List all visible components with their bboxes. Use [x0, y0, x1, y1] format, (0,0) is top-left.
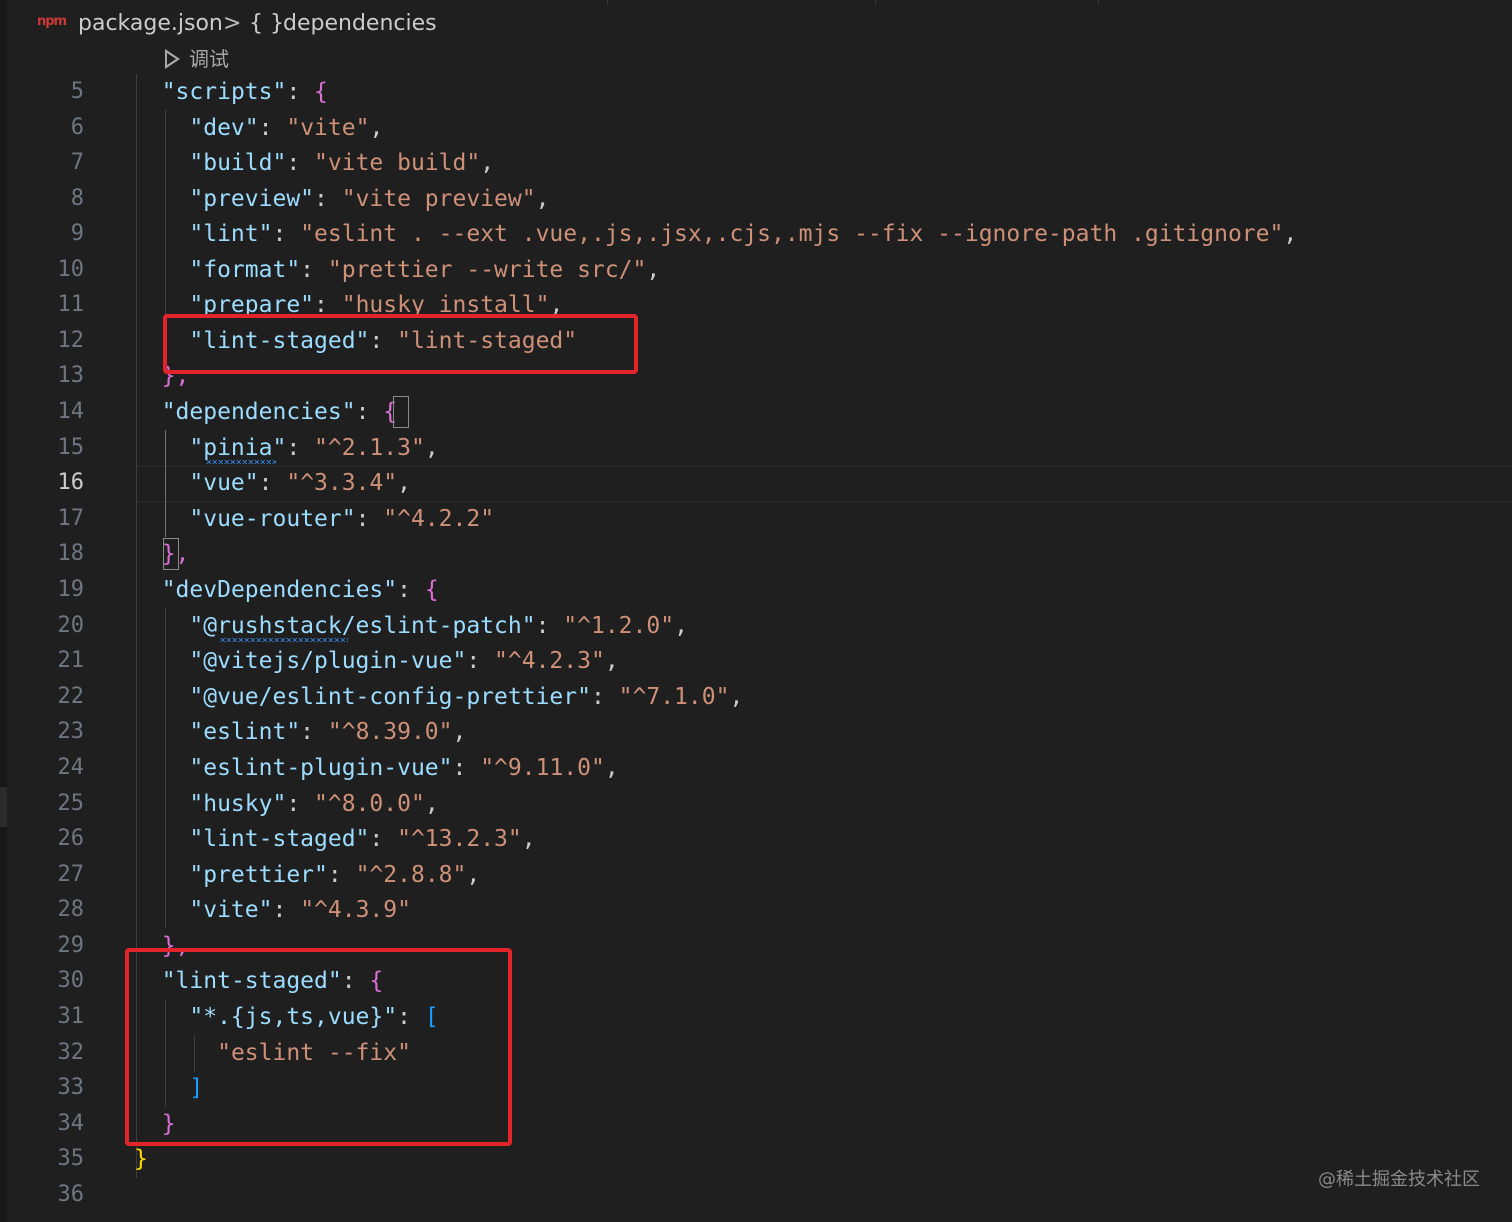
code-line[interactable]: "@rushstack/eslint-patch": "^1.2.0", [134, 608, 688, 644]
line-number[interactable]: 15 [4, 430, 85, 466]
object-symbol-icon: { } [249, 11, 284, 36]
line-number[interactable]: 32 [4, 1035, 85, 1071]
line-number[interactable]: 13 [4, 358, 85, 394]
code-line[interactable]: "lint-staged": "^13.2.3", [134, 821, 535, 857]
line-number[interactable]: 35 [4, 1141, 85, 1177]
code-line[interactable]: "vite": "^4.3.9" [134, 892, 411, 928]
line-number[interactable]: 27 [4, 857, 85, 893]
line-number[interactable]: 34 [4, 1106, 85, 1142]
line-number[interactable]: 31 [4, 999, 85, 1035]
line-number[interactable]: 21 [4, 643, 85, 679]
code-line[interactable]: "lint": "eslint . --ext .vue,.js,.jsx,.c… [134, 216, 1297, 252]
play-icon [165, 49, 180, 69]
line-number[interactable]: 23 [4, 714, 85, 750]
line-number[interactable]: 14 [4, 394, 85, 430]
npm-icon: npm [37, 14, 67, 29]
code-line[interactable]: }, [134, 536, 190, 572]
line-number[interactable]: 10 [4, 252, 85, 288]
line-number[interactable]: 6 [4, 110, 84, 146]
code-editor[interactable]: npm package.json > { } dependencies 调试 5… [0, 0, 1512, 1222]
breadcrumb: npm package.json > { } dependencies [0, 0, 1512, 46]
code-line[interactable]: "devDependencies": { [134, 572, 439, 608]
code-line[interactable]: "vue-router": "^4.2.2" [134, 501, 494, 537]
annotation-box-script [163, 314, 638, 374]
bracket-match-highlight [163, 538, 179, 570]
code-line[interactable]: "dependencies": { [134, 394, 397, 430]
code-line[interactable]: "build": "vite build", [134, 145, 494, 181]
breadcrumb-symbol[interactable]: dependencies [283, 9, 437, 39]
line-number[interactable]: 18 [4, 536, 85, 572]
codelens-label[interactable]: 调试 [189, 47, 229, 71]
code-line[interactable]: "@vitejs/plugin-vue": "^4.2.3", [134, 643, 618, 679]
code-line[interactable]: "@vue/eslint-config-prettier": "^7.1.0", [134, 679, 743, 715]
annotation-box-config [125, 948, 512, 1146]
code-line[interactable]: "prettier": "^2.8.8", [134, 857, 480, 893]
line-number[interactable]: 20 [4, 608, 85, 644]
code-line[interactable]: "husky": "^8.0.0", [134, 786, 438, 822]
code-line[interactable]: "pinia": "^2.1.3", [134, 430, 438, 466]
line-number[interactable]: 12 [4, 323, 85, 359]
line-number[interactable]: 5 [4, 74, 84, 110]
code-line[interactable]: "preview": "vite preview", [134, 181, 549, 217]
code-line[interactable]: "format": "prettier --write src/", [134, 252, 660, 288]
line-number[interactable]: 11 [4, 287, 85, 323]
spelling-squiggle [206, 460, 276, 464]
spelling-squiggle [220, 638, 348, 642]
line-number[interactable]: 36 [4, 1177, 85, 1213]
codelens-debug[interactable]: 调试 [165, 44, 229, 74]
line-number[interactable]: 30 [4, 963, 85, 999]
line-number[interactable]: 19 [4, 572, 85, 608]
line-number[interactable]: 25 [4, 786, 85, 822]
line-number[interactable]: 24 [4, 750, 85, 786]
code-line[interactable]: "vue": "^3.3.4", [134, 465, 411, 501]
code-line[interactable]: "dev": "vite", [134, 110, 383, 146]
line-number[interactable]: 33 [4, 1070, 85, 1106]
line-number[interactable]: 28 [4, 892, 85, 928]
code-line[interactable]: "scripts": { [134, 74, 328, 110]
line-number[interactable]: 8 [4, 181, 84, 217]
line-number[interactable]: 17 [4, 501, 85, 537]
breadcrumb-file[interactable]: package.json [78, 9, 223, 39]
line-number[interactable]: 26 [4, 821, 85, 857]
code-line[interactable]: "eslint-plugin-vue": "^9.11.0", [134, 750, 618, 786]
line-number[interactable]: 7 [4, 145, 84, 181]
line-number[interactable]: 9 [4, 216, 84, 252]
line-number[interactable]: 16 [4, 465, 85, 501]
watermark: @稀土掘金技术社区 [1318, 1169, 1480, 1190]
chevron-right-icon: > [223, 11, 242, 36]
code-line[interactable]: "eslint": "^8.39.0", [134, 714, 466, 750]
bracket-match-highlight [393, 396, 409, 428]
line-number[interactable]: 29 [4, 928, 85, 964]
line-number[interactable]: 22 [4, 679, 85, 715]
code-line[interactable]: } [134, 1141, 148, 1177]
